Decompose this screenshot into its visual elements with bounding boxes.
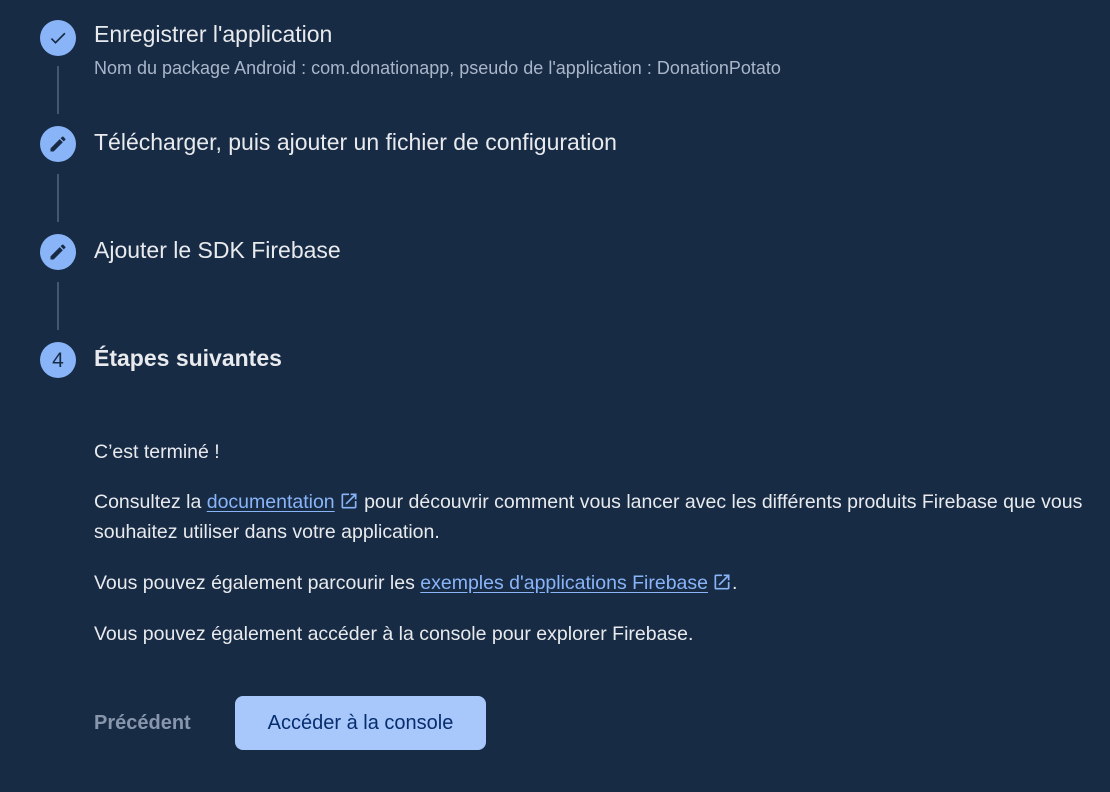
docs-prefix: Consultez la — [94, 491, 207, 513]
step-connector — [57, 66, 59, 114]
step-4-title: Étapes suivantes — [94, 345, 282, 371]
go-to-console-button[interactable]: Accéder à la console — [235, 696, 486, 750]
samples-suffix: . — [732, 572, 738, 594]
check-icon — [50, 32, 66, 44]
step-2-title[interactable]: Télécharger, puis ajouter un fichier de … — [94, 129, 617, 157]
external-link-icon[interactable] — [339, 491, 359, 511]
pencil-icon — [50, 244, 66, 260]
step-connector — [57, 174, 59, 222]
setup-stepper: Enregistrer l'application Nom du package… — [0, 0, 1110, 792]
previous-button[interactable]: Précédent — [94, 708, 191, 738]
external-link-icon[interactable] — [712, 572, 732, 592]
samples-prefix: Vous pouvez également parcourir les — [94, 572, 421, 594]
docs-paragraph: Consultez la documentation pour découvri… — [94, 487, 1084, 547]
step-4-number: 4 — [52, 348, 64, 372]
step-1-subtitle: Nom du package Android : com.donationapp… — [94, 58, 781, 78]
step-4-number-badge: 4 — [40, 342, 76, 378]
step-1-completed-badge — [40, 20, 76, 56]
pencil-icon — [50, 136, 66, 152]
sample-apps-link-label: exemples d'applications Firebase — [420, 572, 708, 594]
step-3-title[interactable]: Ajouter le SDK Firebase — [94, 237, 341, 265]
step-2-edit-badge — [40, 126, 76, 162]
documentation-link[interactable]: documentation — [207, 491, 335, 513]
step-1-title[interactable]: Enregistrer l'application — [94, 21, 332, 49]
samples-paragraph: Vous pouvez également parcourir les exem… — [94, 568, 1084, 598]
done-message: C’est terminé ! — [94, 441, 220, 463]
documentation-link-label: documentation — [206, 491, 335, 513]
next-steps-content: C’est terminé ! Consultez la documentati… — [94, 437, 1084, 670]
sample-apps-link[interactable]: exemples d'applications Firebase — [420, 572, 708, 594]
step-connector — [57, 282, 59, 330]
console-paragraph: Vous pouvez également accéder à la conso… — [94, 623, 694, 645]
step-3-edit-badge — [40, 234, 76, 270]
